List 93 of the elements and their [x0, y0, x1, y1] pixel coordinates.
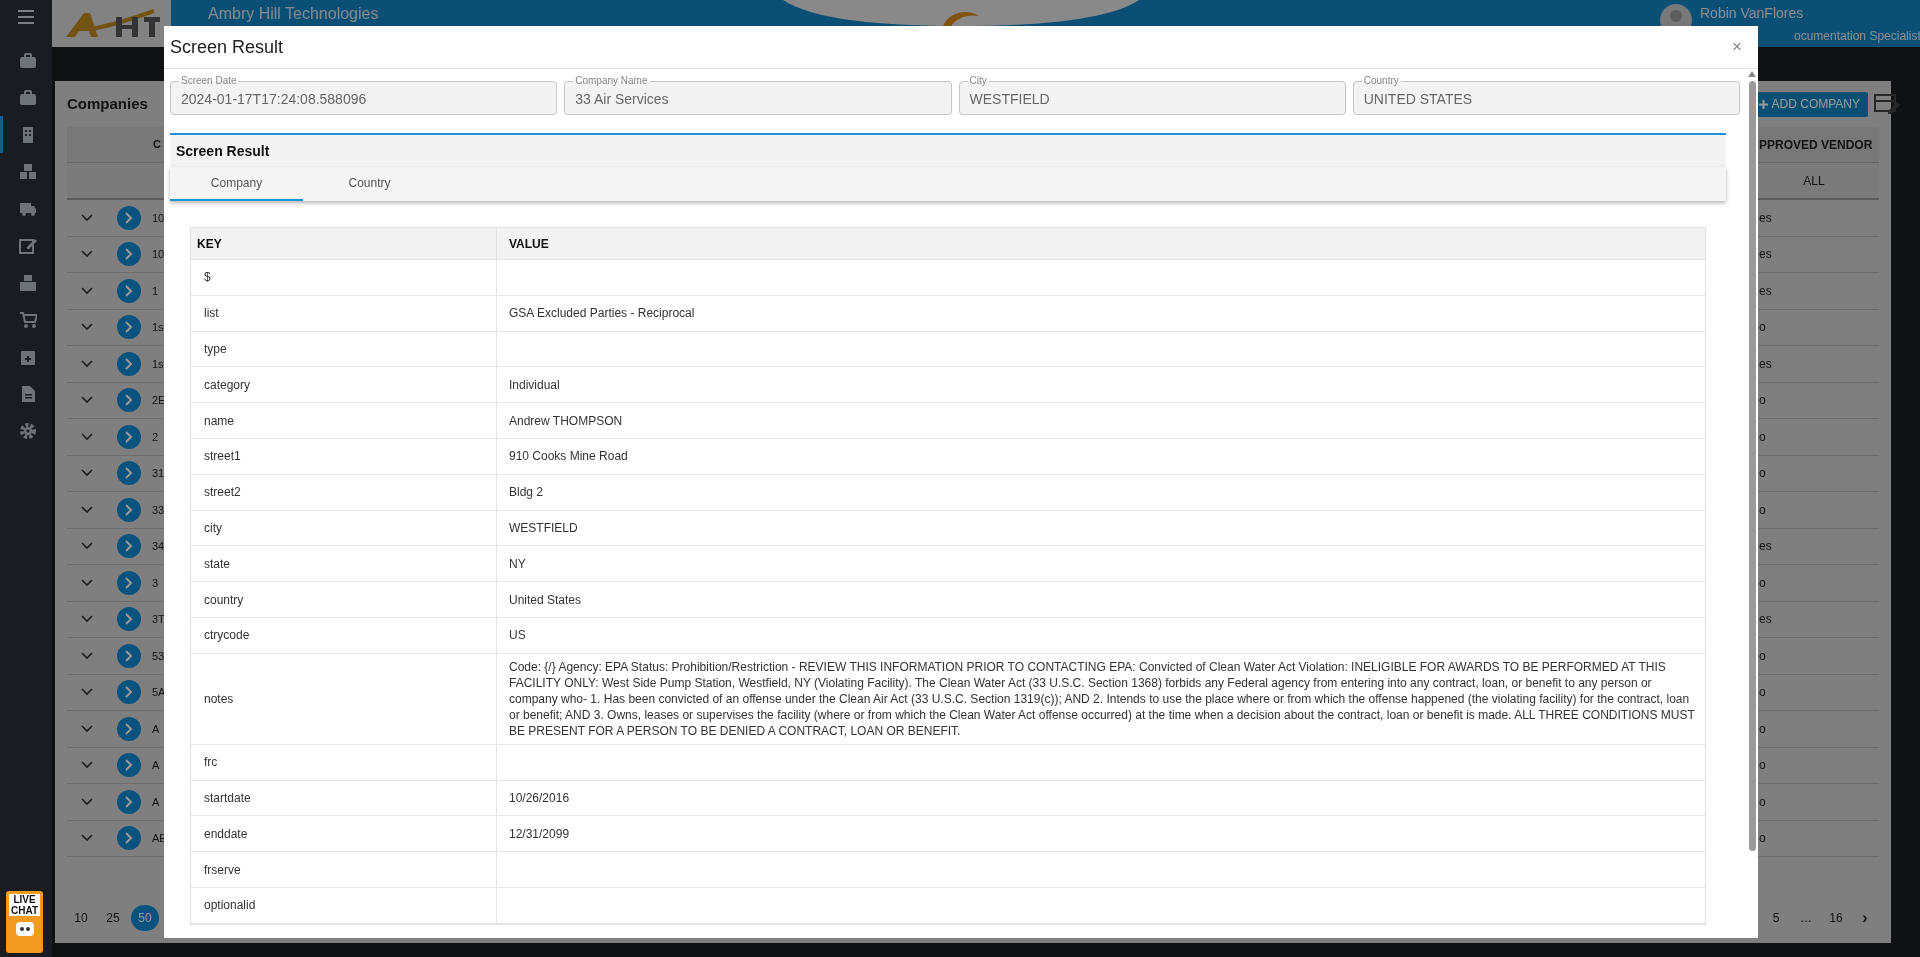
table-cell: Individual [509, 376, 560, 393]
table-cell-text: A [151, 721, 161, 737]
table-cell: frc [191, 744, 497, 780]
next-page-button[interactable]: › [1851, 906, 1879, 930]
table-cell-text: 1s [151, 320, 165, 335]
live-chat-button[interactable]: LIVE CHAT [6, 891, 43, 953]
read-only-field[interactable]: Country UNITED STATES [1352, 75, 1740, 115]
table-cell-text: 3T [151, 612, 165, 627]
table-cell-text: es [1759, 355, 1773, 373]
filter-dropdown[interactable]: ALL [1759, 163, 1869, 198]
table-cell-text: o [1759, 392, 1767, 410]
table-cell-text: o [1759, 319, 1767, 337]
table-cell: type [191, 331, 497, 367]
table-cell-text: o [1759, 428, 1767, 446]
table-cell-text: o [1759, 757, 1767, 775]
table-cell-text: es [1759, 282, 1773, 300]
user-role: ocumentation Specialist [1793, 28, 1920, 44]
read-only-field[interactable]: Screen Date 2024-01-17T17:24:08.588096 [170, 75, 558, 115]
table-cell-text: 33 [151, 502, 165, 518]
table-cell: street1 [191, 439, 497, 474]
table-cell-text: o [1759, 647, 1767, 665]
table-cell: enddate [191, 816, 497, 852]
field-label: Screen Date [180, 75, 238, 87]
table-cell: WESTFIELD [509, 519, 578, 536]
user-name: Robin VanFlores [1700, 4, 1805, 22]
column-header: KEY [191, 228, 497, 259]
table-cell-text: es [1759, 538, 1773, 556]
table-cell: list [191, 295, 497, 331]
table-cell-text: 2E [151, 393, 165, 408]
page-link[interactable]: 5 [1761, 909, 1791, 927]
table-cell-text: 2 [151, 429, 160, 445]
table-cell: startdate [191, 780, 497, 816]
close-button[interactable]: × [1722, 34, 1752, 60]
table-cell: 910 Cooks Mine Road [509, 448, 628, 465]
table-cell: United States [509, 591, 582, 608]
table-cell-text: A [151, 758, 161, 773]
table-cell-text: 53 [151, 648, 165, 664]
table-cell: Andrew THOMPSON [509, 412, 623, 429]
page-link[interactable]: 16 [1821, 909, 1851, 927]
column-header: VALUE [508, 235, 550, 253]
table-cell: category [191, 367, 497, 403]
table-cell-text: 10 [151, 210, 165, 226]
table-cell-text: o [1759, 720, 1767, 738]
table-cell: optionalid [191, 887, 497, 923]
table-cell-text: o [1759, 793, 1767, 811]
table-cell-text: o [1759, 574, 1767, 592]
table-cell-text: 1 [151, 283, 160, 299]
table-cell: country [191, 582, 497, 617]
table-cell-text: 1s [151, 356, 165, 372]
table-cell-text: es [1759, 246, 1773, 264]
table-cell-text: es [1759, 209, 1773, 227]
dialog-title: Screen Result [170, 35, 284, 59]
table-cell-text: o [1759, 684, 1767, 702]
table-cell-text: es [1759, 611, 1773, 629]
page-link[interactable]: … [1791, 909, 1821, 927]
page-size-option[interactable]: 50 [131, 905, 159, 931]
table-cell-text: 3 [151, 575, 160, 591]
panel-title: Companies [67, 93, 148, 114]
table-cell: name [191, 403, 497, 438]
section-title: Screen Result [175, 141, 271, 161]
table-cell-text: o [1759, 501, 1767, 519]
table-cell-text: A [151, 794, 161, 810]
table-cell-text: o [1759, 830, 1767, 848]
field-label: City [968, 75, 988, 87]
table-cell: NY [509, 555, 526, 572]
table-cell: $ [191, 260, 497, 295]
table-cell: frserve [191, 852, 497, 887]
table-cell: state [191, 546, 497, 582]
table-cell-text: 10 [151, 247, 165, 262]
table-cell: GSA Excluded Parties - Reciprocal [509, 305, 695, 322]
tab[interactable]: Country [303, 167, 436, 201]
field-label: Country [1362, 75, 1400, 87]
table-cell: 12/31/2099 [509, 825, 570, 842]
table-cell: US [509, 627, 526, 644]
page-size-option[interactable]: 25 [99, 905, 127, 931]
field-label: Company Name [574, 75, 649, 87]
read-only-field[interactable]: Company Name 33 Air Services [564, 75, 952, 115]
table-cell-text: o [1759, 465, 1767, 483]
read-only-field[interactable]: City WESTFIELD [958, 75, 1346, 115]
table-cell: city [191, 510, 497, 546]
table-cell: Bldg 2 [509, 484, 544, 501]
page-size-option[interactable]: 10 [67, 905, 95, 931]
tab[interactable]: Company [170, 167, 303, 201]
company-name: Ambry Hill Technologies [208, 5, 379, 23]
table-cell-text: 31 [151, 466, 165, 481]
table-cell: 10/26/2016 [509, 789, 570, 806]
table-cell: Code: {/} Agency: EPA Status: Prohibition/Restriction - REVIEW THIS INFORMATION PRIOR TO CONTACTING EPA: Convicted of Clean Water Act Violation: INELIGIBLE FOR AWARDS TO BE PERFORMED AT THIS FACILITY ONLY: West Side Pump Station, Westfield, NY (Violating Facility). The Clean Water Act (33 U.S.C. Section 1368) forbids any Federal agency from entering into any contract, loan, or benefit to any person or company who- 1. Has been convicted of an offense under the Clean Air Act (33 U.S.C. Section 1319(c)); AND 2. Intends to use the place where or from which the offense happened (the violating facility) for the contract, loan or benefit; AND 3. Owns, leases or supervises the facility (where or from which the Clean Water Act offense occurred) at the time when a decision about the contract, loan or benefit is made. ALL THREE CONDITIONS MUST BE PRESENT FOR A PERSON TO BE DENIED A CONTRACT, LOAN OR BENEFIT. [509, 658, 1695, 739]
table-cell: ctrycode [191, 617, 497, 653]
column-header: PPROVED VENDOR [1759, 136, 1874, 154]
column-header: C [152, 137, 162, 153]
table-cell: street2 [191, 474, 497, 510]
table-cell-text: 34 [151, 539, 165, 554]
table-cell: notes [191, 653, 497, 744]
